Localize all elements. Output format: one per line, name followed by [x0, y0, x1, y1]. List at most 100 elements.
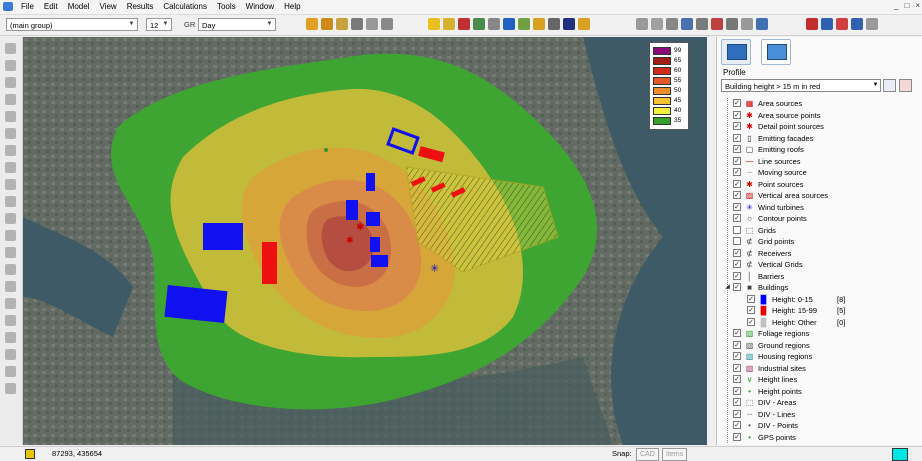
layer-row[interactable]: ✓ ⊄ Vertical Grids [721, 259, 917, 270]
save-icon[interactable] [336, 18, 348, 30]
building-low[interactable] [370, 237, 380, 252]
source-tool-icon[interactable] [5, 179, 16, 190]
folder-icon[interactable] [428, 18, 440, 30]
layer-row[interactable]: ✓ ✱ Point sources [721, 179, 917, 190]
layer-row[interactable]: ✓ ⊄ Receivers [721, 248, 917, 259]
layer-row[interactable]: ✓ ▧ Industrial sites [721, 363, 917, 374]
layer-checkbox[interactable]: ✓ [733, 99, 741, 107]
layer-checkbox[interactable]: ✓ [733, 363, 741, 372]
layer-row[interactable]: ✓ ▧ Housing regions [721, 351, 917, 362]
menu-item[interactable]: Results [126, 1, 155, 13]
building-low[interactable] [366, 212, 380, 226]
layer-row[interactable]: ✓ █ Height: Other [0] [721, 317, 917, 328]
cad-toggle[interactable]: CAD [636, 448, 659, 461]
layer-checkbox[interactable]: ✓ [733, 421, 741, 429]
layer-checkbox[interactable]: ✓ [733, 352, 741, 360]
layer-checkbox[interactable]: ✓ [733, 283, 741, 291]
layer-row[interactable]: ✓ — Line sources [721, 156, 917, 167]
edit-icon[interactable] [533, 18, 545, 30]
layer-row[interactable]: ✓ ○ Contour points [721, 213, 917, 224]
layer-row[interactable]: ⊄ Grid points [721, 236, 917, 247]
rotate-tool-icon[interactable] [5, 230, 16, 241]
menu-item[interactable]: Edit [43, 1, 59, 13]
minimize-button[interactable]: _ [894, 1, 898, 10]
maximize-button[interactable]: □ [904, 1, 909, 10]
globe-icon[interactable] [563, 18, 575, 30]
layer-row[interactable]: ✓ ∨ Height lines [721, 374, 917, 385]
layer-row[interactable]: ✓ • DIV - Points [721, 420, 917, 431]
layer-checkbox[interactable]: ✓ [733, 214, 741, 222]
refresh-icon[interactable] [741, 18, 753, 30]
building-high[interactable] [262, 242, 277, 284]
grid-tool-icon[interactable] [5, 298, 16, 309]
layer-row[interactable]: ✓ ▨ Vertical area sources [721, 190, 917, 201]
turbine-tool-icon[interactable] [5, 196, 16, 207]
layer-checkbox[interactable]: ✓ [733, 340, 741, 349]
results-icon[interactable] [851, 18, 863, 30]
zoom-previous-icon[interactable] [696, 18, 708, 30]
move-tool-icon[interactable] [5, 213, 16, 224]
layer-checkbox[interactable]: ✓ [733, 260, 741, 268]
items-toggle[interactable]: Items [662, 448, 688, 461]
layer-checkbox[interactable]: ✓ [733, 271, 741, 280]
map-view[interactable]: ✱ ✱ ✳ 99 65 60 55 50 45 40 35 [23, 37, 707, 445]
wind-turbine-icon[interactable]: ✳ [430, 262, 439, 275]
layer-row[interactable]: ✓ │ Barriers [721, 271, 917, 282]
delete-icon[interactable] [458, 18, 470, 30]
layer-row[interactable]: ⬚ Grids [721, 225, 917, 236]
point-source-icon[interactable]: ✱ [356, 222, 364, 233]
layer-row[interactable]: ✓ • GPS points [721, 432, 917, 443]
gps-tool-icon[interactable] [5, 349, 16, 360]
layer-checkbox[interactable]: ✓ [733, 191, 741, 199]
node-tool-icon[interactable] [5, 281, 16, 292]
layer-checkbox[interactable]: ✓ [733, 409, 741, 418]
layer-checkbox[interactable] [733, 225, 741, 234]
tools-icon[interactable] [548, 18, 560, 30]
print-icon[interactable] [351, 18, 363, 30]
check-icon[interactable] [518, 18, 530, 30]
import-icon[interactable] [321, 18, 333, 30]
tab-layers[interactable] [761, 39, 791, 65]
menu-item[interactable]: Model [67, 1, 91, 13]
layer-checkbox[interactable]: ✓ [733, 248, 741, 257]
line-tool-icon[interactable] [5, 94, 16, 105]
menu-item[interactable]: File [20, 1, 35, 13]
menu-item[interactable]: View [98, 1, 117, 13]
layer-checkbox[interactable]: ✓ [733, 329, 741, 337]
menu-item[interactable]: Help [283, 1, 301, 13]
export-icon[interactable] [381, 18, 393, 30]
layer-row[interactable]: ✓ ▢ Emitting roofs [721, 144, 917, 155]
layer-checkbox[interactable] [733, 237, 741, 245]
size-select[interactable]: 12 ▼ [146, 18, 172, 31]
layer-row[interactable]: ✓ ┄ Moving source [721, 167, 917, 178]
layer-row[interactable]: ✓ ┈ DIV - Lines [721, 409, 917, 420]
layer-row[interactable]: ✓ ▧ Foliage regions [721, 328, 917, 339]
building-low[interactable] [164, 284, 228, 324]
menu-item[interactable]: Tools [216, 1, 237, 13]
area-tool-icon[interactable] [5, 60, 16, 71]
section-tool-icon[interactable] [5, 332, 16, 343]
profile-select[interactable]: Building height > 15 m in red ▼ [721, 79, 881, 92]
menu-item[interactable]: Calculations [162, 1, 208, 13]
layer-checkbox[interactable]: ✓ [733, 432, 741, 441]
group-select[interactable]: (main group) ▼ [6, 18, 138, 31]
layer-checkbox[interactable]: ✓ [733, 156, 741, 165]
zoom-window-icon[interactable] [651, 18, 663, 30]
building-low[interactable] [346, 200, 358, 220]
ruler-tool-icon[interactable] [5, 247, 16, 258]
layer-checkbox[interactable]: ✓ [733, 202, 741, 211]
delete-profile-button[interactable] [899, 79, 912, 92]
layer-checkbox[interactable]: ✓ [747, 317, 755, 326]
layer-row[interactable]: ✓ █ Height: 0-15 [8] [721, 294, 917, 305]
point-source-icon[interactable]: ✱ [346, 236, 354, 246]
vertex-tool-icon[interactable] [5, 264, 16, 275]
label-tool-icon[interactable] [5, 383, 16, 394]
layer-row[interactable]: ✓ ▦ Area sources [721, 98, 917, 109]
layer-checkbox[interactable]: ✓ [733, 386, 741, 395]
layer-row[interactable]: ✓ ✱ Area source points [721, 110, 917, 121]
gps-point[interactable] [324, 148, 328, 152]
contour-tool-icon[interactable] [5, 315, 16, 326]
building-low[interactable] [371, 255, 388, 267]
layer-row[interactable]: ◢ ✓ ■ Buildings [721, 282, 917, 293]
region-tool-icon[interactable] [5, 162, 16, 173]
